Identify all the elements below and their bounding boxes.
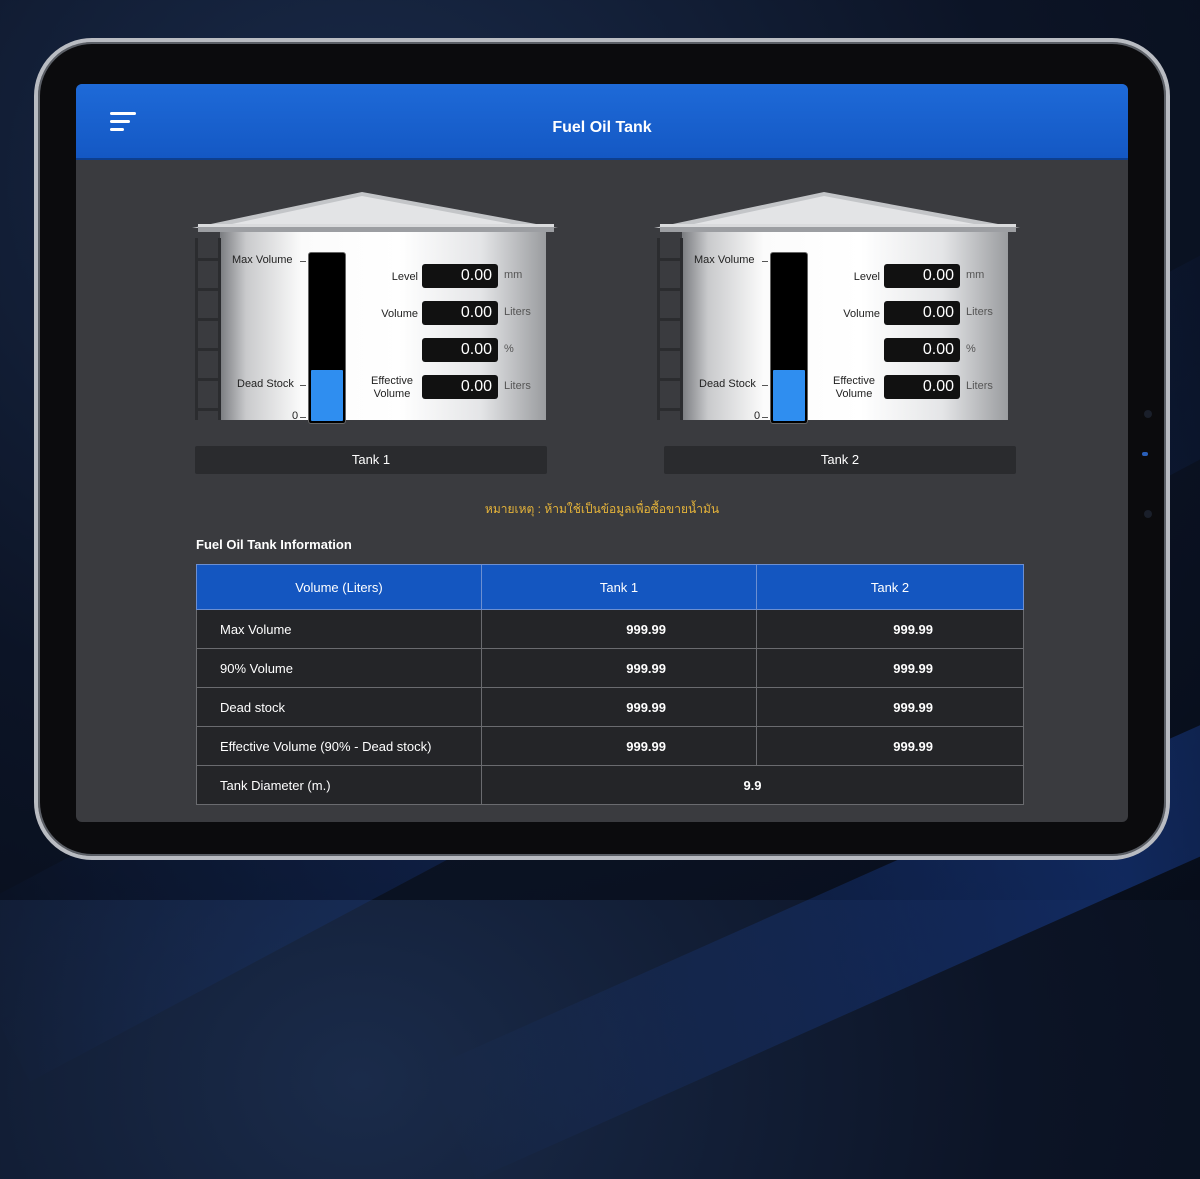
level-field: Level 0.00 mm [818, 264, 1018, 290]
info-section-title: Fuel Oil Tank Information [196, 537, 352, 552]
app-screen: Fuel Oil Tank Max Volume Dead Stock 0 Le… [76, 84, 1128, 822]
tank-2-value: 999.99 [756, 687, 1024, 727]
level-gauge-fill [773, 370, 805, 421]
tank-1-button[interactable]: Tank 1 [195, 446, 547, 474]
field-unit: Liters [504, 380, 531, 392]
row-label: Tank Diameter (m.) [196, 765, 482, 805]
table-row: Tank Diameter (m.) 9.9 [196, 765, 1024, 805]
tank-2-button[interactable]: Tank 2 [664, 446, 1016, 474]
field-label: Effective Volume [371, 375, 413, 400]
indicator [1142, 452, 1148, 456]
field-label: Volume [843, 308, 880, 320]
zero-label: 0 [292, 410, 299, 422]
dead-stock-label: Dead Stock [237, 378, 294, 390]
table-row: 90% Volume 999.99 999.99 [196, 648, 1024, 688]
table-row: Dead stock 999.99 999.99 [196, 687, 1024, 727]
volume-field: Volume 0.00 Liters [818, 301, 1018, 327]
tank-1-value: 999.99 [481, 648, 757, 688]
row-label: Dead stock [196, 687, 482, 727]
tank-2-value: 999.99 [756, 609, 1024, 649]
table-row: Effective Volume (90% - Dead stock) 999.… [196, 726, 1024, 766]
field-unit: Liters [966, 380, 993, 392]
dead-stock-label: Dead Stock [699, 378, 756, 390]
diameter-value: 9.9 [481, 765, 1024, 805]
tank-2-value: 999.99 [756, 648, 1024, 688]
disclaimer-note: หมายเหตุ : ห้ามใช้เป็นข้อมูลเพื่อซื้อขาย… [484, 502, 720, 516]
field-unit: % [966, 343, 976, 355]
effective-volume-value: 0.00 [884, 375, 960, 399]
effective-volume-field: Effective Volume 0.00 Liters [818, 375, 1018, 401]
tank-info-table: Volume (Liters) Tank 1 Tank 2 Max Volume… [196, 564, 1024, 805]
page-title: Fuel Oil Tank [552, 119, 652, 136]
max-volume-label: Max Volume [694, 254, 755, 266]
table-row: Max Volume 999.99 999.99 [196, 609, 1024, 649]
effective-volume-field: Effective Volume 0.00 Liters [356, 375, 556, 401]
field-unit: mm [966, 269, 985, 281]
level-gauge-fill [311, 370, 343, 421]
app-header: Fuel Oil Tank [76, 84, 1128, 160]
tick [762, 417, 768, 418]
volume-value: 0.00 [422, 301, 498, 325]
row-label: 90% Volume [196, 648, 482, 688]
tank-ladder [195, 238, 221, 420]
field-unit: Liters [504, 306, 531, 318]
effective-volume-value: 0.00 [422, 375, 498, 399]
volume-field: Volume 0.00 Liters [356, 301, 556, 327]
field-label: Effective Volume [833, 375, 875, 400]
percent-value: 0.00 [884, 338, 960, 362]
field-label: Level [853, 271, 880, 283]
level-value: 0.00 [884, 264, 960, 288]
header-tank-2: Tank 2 [756, 564, 1024, 610]
level-gauge [308, 252, 346, 424]
field-unit: % [504, 343, 514, 355]
zero-label: 0 [754, 410, 761, 422]
tick [762, 385, 768, 386]
row-label: Max Volume [196, 609, 482, 649]
level-field: Level 0.00 mm [356, 264, 556, 290]
percent-field: 0.00 % [356, 338, 556, 364]
field-label: Level [391, 271, 418, 283]
tank-roof [192, 192, 558, 232]
tank-roof [654, 192, 1020, 232]
tick [300, 261, 306, 262]
level-value: 0.00 [422, 264, 498, 288]
level-gauge [770, 252, 808, 424]
tank-widget-2: Max Volume Dead Stock 0 Level 0.00 mm Vo… [654, 188, 1020, 478]
header-volume: Volume (Liters) [196, 564, 482, 610]
field-unit: mm [504, 269, 523, 281]
tank-ladder [657, 238, 683, 420]
volume-value: 0.00 [884, 301, 960, 325]
tick [300, 385, 306, 386]
field-label: Volume [381, 308, 418, 320]
side-button [1144, 410, 1152, 418]
tank-1-value: 999.99 [481, 609, 757, 649]
percent-value: 0.00 [422, 338, 498, 362]
header-tank-1: Tank 1 [481, 564, 757, 610]
row-label: Effective Volume (90% - Dead stock) [196, 726, 482, 766]
percent-field: 0.00 % [818, 338, 1018, 364]
tick [762, 261, 768, 262]
tank-1-value: 999.99 [481, 687, 757, 727]
tank-widget-1: Max Volume Dead Stock 0 Level 0.00 mm Vo… [192, 188, 558, 478]
tank-2-value: 999.99 [756, 726, 1024, 766]
max-volume-label: Max Volume [232, 254, 293, 266]
tick [300, 417, 306, 418]
side-button [1144, 510, 1152, 518]
field-unit: Liters [966, 306, 993, 318]
table-header-row: Volume (Liters) Tank 1 Tank 2 [196, 564, 1024, 610]
tank-1-value: 999.99 [481, 726, 757, 766]
